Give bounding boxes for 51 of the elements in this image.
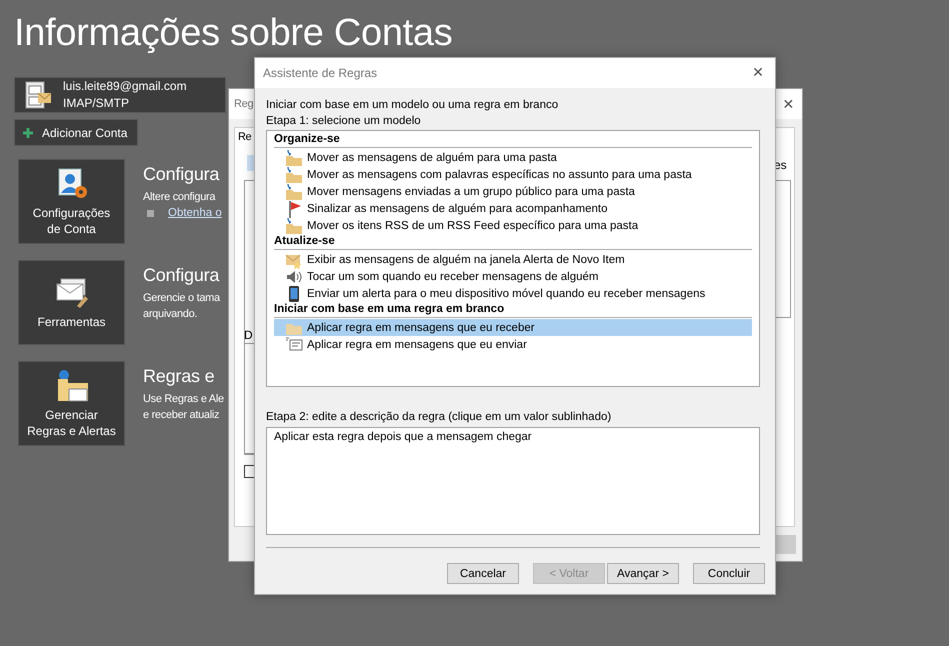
- dialog-button[interactable]: Concluir: [693, 563, 765, 584]
- window-title: Assistente de Regras: [263, 66, 378, 80]
- page-title: Informações sobre Contas: [14, 11, 454, 56]
- section-text: Altere configura: [143, 190, 216, 205]
- add-account-button[interactable]: Adicionar Conta: [14, 119, 138, 146]
- settings-tile[interactable]: Gerenciar Regras e Alertas: [18, 361, 125, 446]
- template-item[interactable]: Mover as mensagens de alguém para uma pasta: [274, 149, 752, 166]
- folder-arrow-icon: [285, 148, 303, 166]
- settings-tile[interactable]: Ferramentas: [18, 260, 125, 345]
- section-link[interactable]: Obtenha o: [168, 205, 222, 221]
- template-item[interactable]: Enviar um alerta para o meu dispositivo móvel quando eu receber mensagens: [274, 285, 752, 302]
- template-item[interactable]: Mover os itens RSS de um RSS Feed específico para uma pasta: [274, 217, 752, 234]
- group-heading: Organize-se: [274, 132, 752, 148]
- description-text: Aplicar esta regra depois que a mensagem chegar: [274, 431, 533, 443]
- account-type: IMAP/SMTP: [63, 95, 130, 112]
- template-item[interactable]: Mover as mensagens com palavras específicas no assunto para uma pasta: [274, 166, 752, 183]
- section-text: arquivando.: [143, 307, 198, 322]
- template-item[interactable]: Exibir as mensagens de alguém na janela Alerta de Novo Item: [274, 251, 752, 268]
- step-label: Etapa 2: edite a descrição da regra (clique em um valor sublinhado): [266, 410, 612, 425]
- account-email: luis.leite89@gmail.com: [63, 78, 187, 95]
- section-heading: Configura: [143, 264, 220, 287]
- envelope-lines-icon: [285, 336, 303, 354]
- mail-cabinet-icon: [23, 80, 53, 110]
- bullet-icon: [147, 210, 154, 216]
- template-item[interactable]: Sinalizar as mensagens de alguém para acompanhamento: [274, 200, 752, 217]
- template-item[interactable]: Aplicar regra em mensagens que eu receber: [274, 319, 752, 336]
- plus-icon: [23, 128, 33, 138]
- group-heading: Iniciar com base em uma regra em branco: [274, 302, 752, 318]
- template-item[interactable]: Tocar um som quando eu receber mensagens de alguém: [274, 268, 752, 285]
- envelopes-tool-icon: [54, 276, 88, 310]
- window-title: Reg: [234, 98, 254, 110]
- field-label: D: [244, 328, 253, 342]
- section-text: Gerencie o tama: [143, 291, 220, 306]
- intro-text: Iniciar com base em um modelo ou uma regra em branco: [266, 98, 560, 113]
- step-label: Etapa 1: selecione um modelo: [266, 114, 422, 129]
- dialog-button[interactable]: Cancelar: [447, 563, 519, 584]
- folder-arrow-icon: [285, 182, 303, 200]
- section-text: e receber atualiz: [143, 408, 220, 423]
- section-heading: Configura: [143, 163, 220, 186]
- template-item[interactable]: Mover mensagens enviadas a um grupo público para uma pasta: [274, 183, 752, 200]
- section-heading: Regras e: [143, 365, 216, 388]
- close-button[interactable]: ✕: [741, 58, 775, 88]
- folder-arrow-icon: [285, 166, 303, 184]
- close-button[interactable]: ✕: [782, 96, 794, 112]
- group-heading: Atualize-se: [274, 234, 752, 250]
- dialog-button[interactable]: Avançar >: [607, 563, 679, 584]
- account-selector[interactable]: luis.leite89@gmail.com IMAP/SMTP: [14, 77, 226, 113]
- section-text: Use Regras e Ale: [143, 392, 224, 407]
- folder-arrow-icon: [285, 216, 303, 234]
- template-item[interactable]: Aplicar regra em mensagens que eu enviar: [274, 336, 752, 353]
- settings-tile[interactable]: Configurações de Conta: [18, 159, 125, 244]
